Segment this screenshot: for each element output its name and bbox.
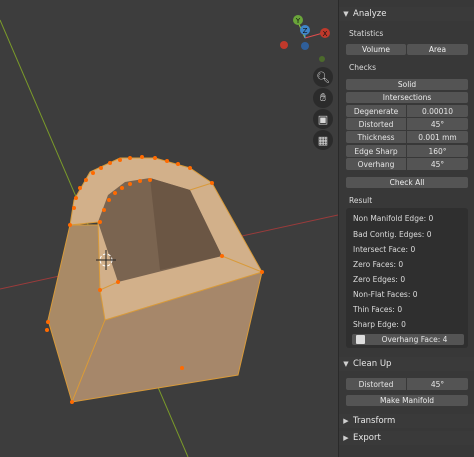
gizmo-z-label: Z (303, 27, 308, 35)
overhang-face-label: Overhang Face: 4 (381, 335, 448, 344)
chevron-right-icon: ▶ (343, 434, 349, 442)
check-row-thickness: Thickness 0.001 mm (346, 131, 468, 143)
intersections-button[interactable]: Intersections (346, 92, 468, 103)
overhang-field[interactable]: 45° (407, 158, 468, 170)
make-manifold-button[interactable]: Make Manifold (346, 395, 468, 406)
analyze-header[interactable]: ▼ Analyze (339, 7, 474, 21)
check-row-degenerate: Degenerate 0.00010 (346, 105, 468, 117)
viewport-scene: Y Z X (0, 15, 338, 457)
distorted-button[interactable]: Distorted (346, 118, 406, 130)
solid-button[interactable]: Solid (346, 79, 468, 90)
cleanup-distorted-field[interactable]: 45° (407, 378, 468, 390)
area-button[interactable]: Area (407, 44, 468, 55)
export-title: Export (353, 433, 381, 443)
checks-label: Checks (349, 63, 376, 72)
edge-sharp-button[interactable]: Edge Sharp (346, 145, 406, 157)
thickness-field[interactable]: 0.001 mm (407, 131, 468, 143)
cleanup-title: Clean Up (353, 359, 392, 369)
axis-gizmo: Y Z X (280, 15, 330, 62)
3d-viewport[interactable]: Y Z X 🔍︎ ✋︎ ▣ ▦ (0, 0, 338, 457)
transform-title: Transform (353, 416, 396, 426)
thickness-button[interactable]: Thickness (346, 131, 406, 143)
result-zero-faces[interactable]: Zero Faces: 0 (353, 260, 403, 269)
result-thin-faces[interactable]: Thin Faces: 0 (353, 305, 402, 314)
sidebar-panel: ▼ Analyze Statistics Volume Area Checks … (338, 0, 474, 457)
result-non-manifold-edge[interactable]: Non Manifold Edge: 0 (353, 214, 433, 223)
zoom-icon[interactable]: 🔍︎ (313, 67, 333, 87)
gizmo-x-label: X (323, 30, 328, 38)
hand-icon[interactable]: ✋︎ (313, 88, 333, 108)
result-label: Result (349, 196, 373, 205)
check-row-distorted: Distorted 45° (346, 118, 468, 130)
grid-icon[interactable]: ▦ (313, 130, 333, 150)
transform-header[interactable]: ▶ Transform (339, 414, 474, 428)
gizmo-y-label: Y (295, 17, 301, 25)
result-non-flat-faces[interactable]: Non-Flat Faces: 0 (353, 290, 418, 299)
analyze-title: Analyze (353, 9, 387, 19)
select-checkbox-icon[interactable] (356, 335, 365, 344)
result-bad-contig-edges[interactable]: Bad Contig. Edges: 0 (353, 230, 431, 239)
chevron-right-icon: ▶ (343, 417, 349, 425)
result-sharp-edge[interactable]: Sharp Edge: 0 (353, 320, 406, 329)
camera-icon[interactable]: ▣ (313, 109, 333, 129)
overhang-button[interactable]: Overhang (346, 158, 406, 170)
check-row-edge-sharp: Edge Sharp 160° (346, 145, 468, 157)
result-zero-edges[interactable]: Zero Edges: 0 (353, 275, 405, 284)
degenerate-field[interactable]: 0.00010 (407, 105, 468, 117)
cleanup-header[interactable]: ▼ Clean Up (339, 357, 474, 371)
result-list: Non Manifold Edge: 0 Bad Contig. Edges: … (346, 208, 468, 348)
distorted-field[interactable]: 45° (407, 118, 468, 130)
chevron-down-icon: ▼ (343, 10, 349, 18)
result-overhang-face[interactable]: Overhang Face: 4 (352, 334, 464, 345)
edge-sharp-field[interactable]: 160° (407, 145, 468, 157)
volume-button[interactable]: Volume (346, 44, 406, 55)
check-all-button[interactable]: Check All (346, 177, 468, 188)
degenerate-button[interactable]: Degenerate (346, 105, 406, 117)
cleanup-distorted-row: Distorted 45° (346, 378, 468, 390)
chevron-down-icon: ▼ (343, 360, 349, 368)
cleanup-distorted-button[interactable]: Distorted (346, 378, 406, 390)
statistics-label: Statistics (349, 29, 384, 38)
check-row-overhang: Overhang 45° (346, 158, 468, 170)
export-header[interactable]: ▶ Export (339, 431, 474, 445)
result-intersect-face[interactable]: Intersect Face: 0 (353, 245, 415, 254)
